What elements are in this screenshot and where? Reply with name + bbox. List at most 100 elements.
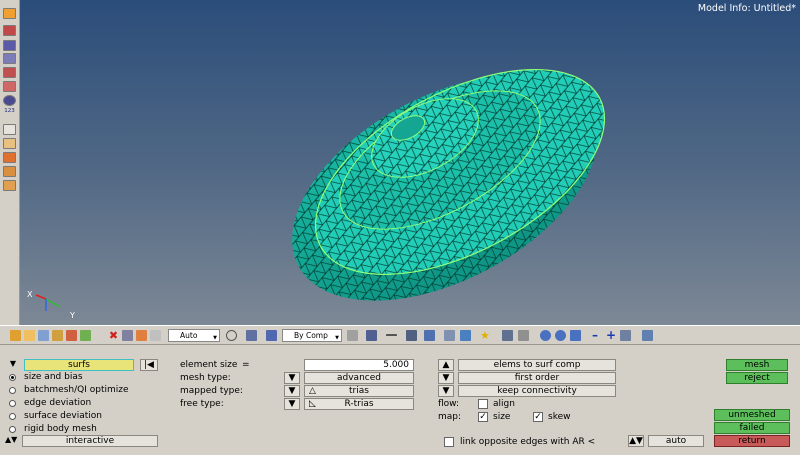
option-radio[interactable] [9,374,16,381]
plane-icon[interactable] [424,330,435,341]
settings-icon[interactable] [642,330,653,341]
option-label: size and bias [24,372,83,382]
numbers-icon[interactable]: 123 [3,108,16,119]
component-collector-icon[interactable] [10,330,21,341]
skew-label: skew [548,412,571,422]
triangle-icon: △ [309,386,316,396]
mapped-type-value[interactable]: △ trias [304,385,414,397]
visualization-icon[interactable] [3,180,16,191]
back-icon[interactable] [570,330,581,341]
hidden-line-icon[interactable] [3,53,16,64]
screen-icon[interactable] [444,330,455,341]
automesh-panel: ▼ surfs |◀ size and bias batchmesh/QI op… [0,346,800,455]
auto-dropdown-value: Auto [180,331,198,340]
reject-button[interactable]: reject [726,372,788,384]
wireframe-icon[interactable] [3,67,16,78]
ring-icon[interactable] [3,95,16,106]
map-label: map: [438,412,462,422]
mesh-type-arrow[interactable]: ▼ [284,372,300,384]
element-size-label: element size [180,360,238,370]
zoom-out-icon[interactable]: – [592,329,603,341]
box-icon[interactable] [266,330,277,341]
wireframe-shade-icon[interactable] [347,330,358,341]
first-order-button[interactable]: first order [458,372,616,384]
axis-triad: X Y [27,290,75,320]
option-label: surface deviation [24,411,102,421]
fit-icon[interactable] [620,330,631,341]
graphics-viewport[interactable]: Model Info: Untitled* X Y [20,0,800,325]
align-checkbox[interactable] [478,399,488,409]
material-icon[interactable] [38,330,49,341]
interactive-arrow[interactable]: ▲▼ [5,435,17,447]
surfs-selector[interactable]: surfs [24,359,134,371]
mapped-type-arrow[interactable]: ▼ [284,385,300,397]
option-label: edge deviation [24,398,92,408]
property-icon[interactable] [52,330,63,341]
lasso-icon[interactable] [226,330,237,341]
arrow-right-icon[interactable] [555,330,566,341]
size-label: size [493,412,511,422]
link-opposite-label: link opposite edges with AR < [460,437,596,447]
elems-to-surf-comp-button[interactable]: elems to surf comp [458,359,616,371]
node-icon[interactable] [150,330,161,341]
free-type-arrow[interactable]: ▼ [284,398,300,410]
element-icon[interactable] [3,81,16,92]
shaded-icon[interactable] [3,25,16,36]
link-opposite-checkbox[interactable] [444,437,454,447]
grid-icon[interactable] [502,330,513,341]
size-checkbox[interactable]: ✓ [478,412,488,422]
mesh-button[interactable]: mesh [726,359,788,371]
skew-checkbox[interactable]: ✓ [533,412,543,422]
failed-button[interactable]: failed [714,422,790,434]
option-radio[interactable] [9,400,16,407]
mapped-type-text: trias [349,386,369,396]
arrow-left-icon[interactable] [540,330,551,341]
shade-mode-icon[interactable] [366,330,377,341]
auto-dropdown[interactable]: Auto ▼ [168,329,220,342]
clip-icon[interactable] [3,138,16,149]
keep-connectivity-button[interactable]: keep connectivity [458,385,616,397]
flow-label: flow: [438,399,460,409]
return-button[interactable]: return [714,435,790,447]
mesh-shaded-icon[interactable] [3,40,16,51]
auto-arrow[interactable]: ▲▼ [628,435,644,447]
option-radio[interactable] [9,426,16,433]
wrench-icon[interactable] [518,330,529,341]
entity-type-arrow[interactable]: ▼ [5,359,21,371]
view-icon[interactable] [246,330,257,341]
stack-icon[interactable] [3,166,16,177]
reset-selection-button[interactable]: |◀ [140,359,158,371]
option-radio[interactable] [9,387,16,394]
auto-button[interactable]: auto [648,435,704,447]
load-collector-icon[interactable] [66,330,77,341]
interactive-button[interactable]: interactive [22,435,158,447]
plot-icon[interactable] [3,124,16,135]
option-radio[interactable] [9,413,16,420]
elems-to-surf-comp-arrow[interactable]: ▲ [438,359,454,371]
free-type-value[interactable]: ◺ R-trias [304,398,414,410]
draw-mode-icon[interactable] [3,8,16,19]
line-icon[interactable] [386,334,397,338]
delete-icon[interactable]: ✖ [108,330,119,341]
rotate-icon[interactable] [136,330,147,341]
translate-icon[interactable] [122,330,133,341]
connectivity-arrow[interactable]: ▼ [438,385,454,397]
free-type-text: R-trias [344,399,374,409]
mesh-type-value[interactable]: advanced [304,372,414,384]
element-order-arrow[interactable]: ▼ [438,372,454,384]
axis-y-label: Y [69,311,75,320]
assembly-icon[interactable] [24,330,35,341]
by-comp-dropdown[interactable]: By Comp ▼ [282,329,342,342]
tag-icon[interactable] [80,330,91,341]
unmeshed-button[interactable]: unmeshed [714,409,790,421]
meshed-part[interactable] [20,0,800,325]
results-icon[interactable] [3,152,16,163]
layer-icon[interactable] [406,330,417,341]
zoom-in-icon[interactable]: + [606,329,617,341]
camera-icon[interactable] [460,330,471,341]
dropdown-arrow-icon: ▼ [213,335,217,341]
star-icon[interactable]: ★ [480,330,491,341]
left-toolbar: 123 [0,0,20,325]
mapped-type-label: mapped type: [180,386,243,396]
element-size-field[interactable]: 5.000 [304,359,414,371]
